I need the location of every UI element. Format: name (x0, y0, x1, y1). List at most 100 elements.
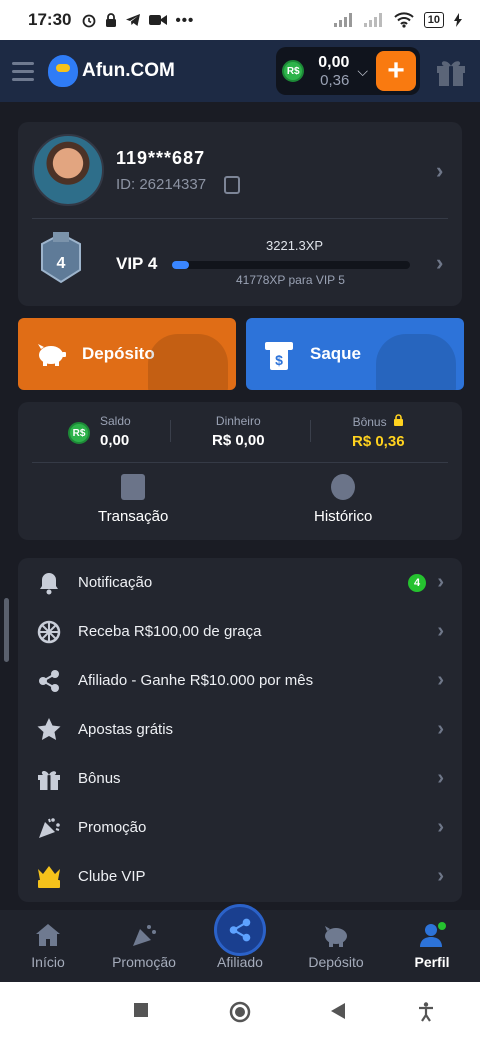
status-bar: 17:30 ••• 10 (0, 0, 480, 40)
balance-selector[interactable]: R$ 0,00 0,36 ⌵ + (276, 47, 420, 95)
nav-label: Promoção (112, 954, 176, 970)
divider (170, 420, 171, 442)
profile-chevron-right-icon[interactable]: › (436, 158, 443, 184)
nav-label: Perfil (414, 954, 450, 970)
transaction-icon (121, 474, 146, 500)
historico-button[interactable]: Histórico (314, 474, 372, 525)
chevron-right-icon: › (437, 767, 444, 789)
dinheiro-label: Dinheiro (215, 414, 261, 428)
accessibility-icon[interactable] (418, 1002, 434, 1027)
transacao-label: Transação (98, 508, 169, 525)
vip-label: VIP 4 (116, 254, 158, 273)
vip-badge-level: 4 (57, 255, 66, 272)
profile-card: 119***687 ID: 26214337 › 4 VIP 4 3221.3X… (18, 122, 462, 306)
nav-label: Depósito (308, 954, 364, 970)
chevron-down-icon[interactable]: ⌵ (357, 63, 368, 80)
hamburger-menu-icon[interactable] (12, 61, 34, 81)
status-time: 17:30 (28, 10, 72, 29)
nav-afiliado[interactable]: Afiliado (204, 910, 276, 982)
menu-list: Notificação 4 › Receba R$100,00 de graça… (18, 558, 462, 902)
dinheiro-block: Dinheiro R$ 0,00 (212, 414, 265, 449)
menu-item-label: Apostas grátis (78, 721, 174, 738)
back-button[interactable] (330, 1002, 346, 1025)
saldo-value: 0,00 (100, 432, 130, 449)
deposit-button[interactable]: Depósito (18, 318, 236, 390)
user-id: ID: 26214337 (116, 176, 207, 193)
chevron-right-icon: › (437, 669, 444, 691)
menu-item-receba[interactable]: Receba R$100,00 de graça › (18, 607, 462, 656)
menu-item-clube-vip[interactable]: Clube VIP › (18, 852, 462, 901)
add-funds-button[interactable]: + (376, 51, 416, 91)
wifi-icon (394, 12, 414, 28)
menu-item-apostas[interactable]: Apostas grátis › (18, 705, 462, 754)
recent-apps-button[interactable] (133, 1002, 149, 1023)
nav-label: Afiliado (217, 954, 263, 970)
vip-badge-icon: 4 (40, 232, 82, 284)
currency-coin-icon: R$ (282, 60, 305, 82)
xp-next-level: 41778XP para VIP 5 (236, 273, 345, 287)
menu-item-label: Clube VIP (78, 868, 146, 885)
username: 119***687 (116, 148, 206, 168)
piggy-bank-icon (36, 341, 66, 367)
gift-icon (36, 766, 62, 792)
user-icon (420, 922, 446, 947)
saldo-label: Saldo (100, 414, 131, 428)
menu-item-label: Receba R$100,00 de graça (78, 623, 262, 640)
withdraw-button[interactable]: $ Saque (246, 318, 464, 390)
bonus-block: Bônus R$ 0,36 (352, 414, 405, 450)
battery-indicator: 10 (423, 12, 444, 28)
copy-icon[interactable] (224, 176, 240, 194)
nav-inicio[interactable]: Início (18, 910, 78, 982)
divider (32, 462, 448, 463)
avatar[interactable] (32, 134, 104, 206)
wheel-icon (36, 619, 62, 645)
dinheiro-value: R$ 0,00 (212, 432, 265, 449)
menu-item-notificacao[interactable]: Notificação 4 › (18, 558, 462, 607)
saldo-block: Saldo 0,00 (100, 414, 131, 449)
piggy-bank-icon (325, 926, 347, 947)
app-header: Afun.COM R$ 0,00 0,36 ⌵ + (0, 40, 480, 102)
menu-item-bonus[interactable]: Bônus › (18, 754, 462, 803)
chevron-right-icon: › (437, 816, 444, 838)
transacao-button[interactable]: Transação (98, 474, 168, 525)
menu-item-afiliado[interactable]: Afiliado - Ganhe R$10.000 por mês › (18, 656, 462, 705)
svg-text:$: $ (275, 352, 283, 368)
party-icon (36, 815, 62, 841)
balance-sub: 0,36 (320, 71, 350, 89)
nav-label: Início (31, 954, 65, 970)
menu-item-promocao[interactable]: Promoção › (18, 803, 462, 852)
alarm-icon (83, 14, 96, 28)
vip-chevron-right-icon[interactable]: › (436, 250, 443, 276)
menu-item-label: Notificação (78, 574, 153, 591)
telegram-icon (126, 14, 141, 26)
xp-value: 3221.3XP (266, 238, 324, 253)
divider (310, 420, 311, 442)
party-icon (133, 925, 156, 946)
history-clock-icon (331, 474, 356, 500)
gift-icon[interactable] (434, 54, 468, 88)
logo[interactable]: Afun.COM (48, 55, 175, 87)
signal-icon (333, 13, 352, 27)
share-icon (36, 668, 62, 694)
deposit-label: Depósito (82, 344, 155, 363)
signal-icon-2 (363, 13, 382, 27)
xp-progress-bar (172, 261, 410, 269)
bonus-label: Bônus (353, 414, 404, 429)
withdraw-label: Saque (310, 344, 362, 363)
penguin-logo-icon (48, 55, 78, 87)
nav-perfil[interactable]: Perfil (404, 910, 460, 982)
lock-icon (106, 13, 117, 27)
balance-main: 0,00 (318, 53, 350, 71)
withdraw-watermark (376, 334, 456, 390)
video-icon (149, 15, 168, 25)
menu-item-label: Bônus (78, 770, 121, 787)
chevron-right-icon: › (437, 718, 444, 740)
bonus-value: R$ 0,36 (352, 433, 405, 450)
home-button[interactable] (229, 1001, 251, 1028)
nav-deposito[interactable]: Depósito (300, 910, 372, 982)
deposit-watermark (148, 334, 228, 390)
wallet-card: R$ Saldo 0,00 Dinheiro R$ 0,00 Bônus R$ … (18, 402, 462, 540)
nav-promocao[interactable]: Promoção (104, 910, 184, 982)
side-drawer-handle[interactable] (4, 598, 9, 662)
xp-progress-fill (172, 261, 189, 269)
